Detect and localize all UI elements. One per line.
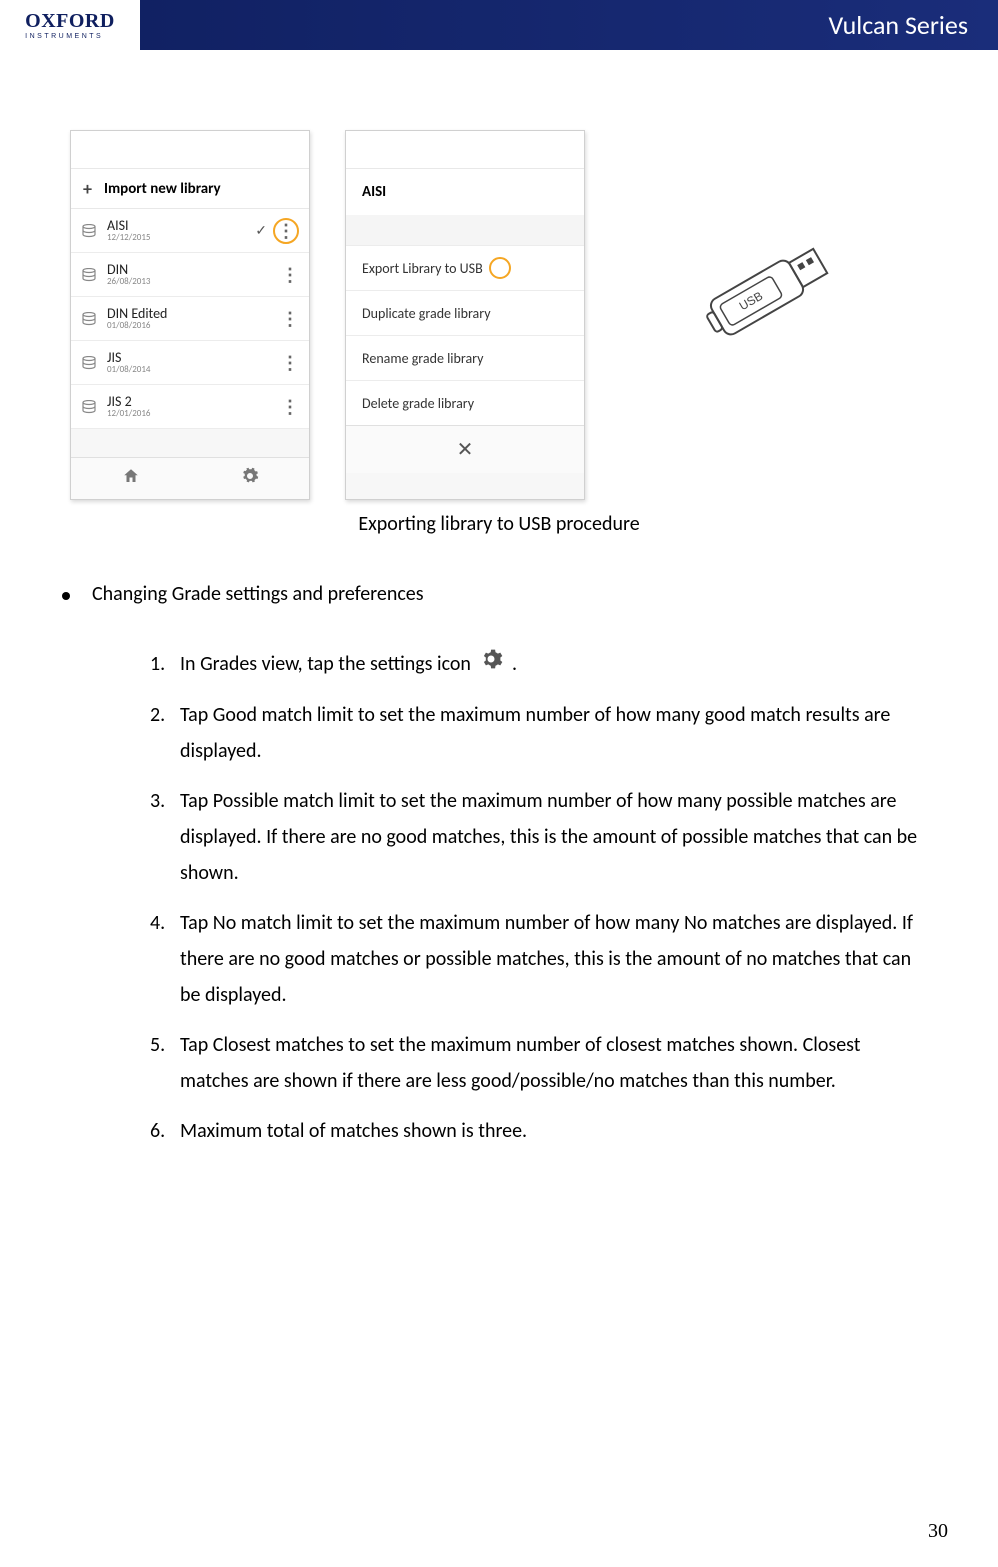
- header-bar: OXFORD INSTRUMENTS Vulcan Series: [0, 0, 998, 50]
- step-3: 3. Tap Possible match limit to set the m…: [150, 783, 918, 891]
- figure-row: + Import new library AISI 12/12/2015 ✓ ⋮: [70, 130, 938, 500]
- step-number: 3.: [150, 783, 180, 891]
- more-icon[interactable]: ⋮: [281, 308, 299, 330]
- figure-caption: Exporting library to USB procedure: [60, 512, 938, 536]
- menu-label: Export Library to USB: [362, 260, 483, 277]
- step-text: Tap No match limit to set the maximum nu…: [180, 905, 918, 1013]
- library-row-jis[interactable]: JIS 01/08/2014 ⋮: [71, 341, 309, 385]
- menu-label: Duplicate grade library: [362, 305, 491, 322]
- library-name: DIN: [107, 262, 281, 277]
- library-date: 01/08/2014: [107, 365, 281, 375]
- database-icon: [81, 312, 97, 326]
- database-icon: [81, 356, 97, 370]
- library-list-screen: + Import new library AISI 12/12/2015 ✓ ⋮: [70, 130, 310, 500]
- more-icon[interactable]: ⋮: [281, 352, 299, 374]
- library-row-din[interactable]: DIN 26/08/2013 ⋮: [71, 253, 309, 297]
- more-icon[interactable]: ⋮: [281, 264, 299, 286]
- library-name: DIN Edited: [107, 306, 281, 321]
- close-icon: ✕: [457, 437, 474, 462]
- more-icon[interactable]: ⋮: [277, 220, 295, 242]
- library-row-din-edited[interactable]: DIN Edited 01/08/2016 ⋮: [71, 297, 309, 341]
- library-date: 01/08/2016: [107, 321, 281, 331]
- plus-icon: +: [83, 178, 92, 200]
- library-name: JIS: [107, 350, 281, 365]
- menu-label: Delete grade library: [362, 395, 474, 412]
- menu-export-usb[interactable]: Export Library to USB: [346, 245, 584, 291]
- step-number: 2.: [150, 697, 180, 769]
- step-text: Maximum total of matches shown is three.: [180, 1113, 918, 1149]
- step-5: 5. Tap Closest matches to set the maximu…: [150, 1027, 918, 1099]
- logo-sub: INSTRUMENTS: [25, 33, 115, 40]
- logo-main: OXFORD: [25, 11, 115, 31]
- menu-label: Rename grade library: [362, 350, 483, 367]
- database-icon: [81, 400, 97, 414]
- step-number: 6.: [150, 1113, 180, 1149]
- steps-list: 1. In Grades view, tap the settings icon…: [60, 646, 938, 1149]
- library-name: JIS 2: [107, 394, 281, 409]
- menu-rename[interactable]: Rename grade library: [346, 335, 584, 381]
- database-icon: [81, 224, 97, 238]
- menu-header: AISI: [346, 169, 584, 215]
- step-text: Tap Closest matches to set the maximum n…: [180, 1027, 918, 1099]
- page-number: 30: [928, 1520, 948, 1543]
- step-number: 1.: [150, 646, 180, 683]
- bullet-text: Changing Grade settings and preferences: [92, 582, 424, 606]
- step-text: Tap Good match limit to set the maximum …: [180, 697, 918, 769]
- library-date: 26/08/2013: [107, 277, 281, 287]
- library-name: AISI: [107, 218, 255, 233]
- header-title: Vulcan Series: [828, 9, 998, 41]
- close-button[interactable]: ✕: [346, 425, 584, 473]
- library-menu-screen: AISI Export Library to USB Duplicate gra…: [345, 130, 585, 500]
- gear-icon[interactable]: [241, 467, 259, 490]
- menu-duplicate[interactable]: Duplicate grade library: [346, 290, 584, 336]
- highlight-circle: ⋮: [273, 218, 299, 244]
- menu-delete[interactable]: Delete grade library: [346, 380, 584, 426]
- more-icon[interactable]: ⋮: [281, 396, 299, 418]
- step-1: 1. In Grades view, tap the settings icon…: [150, 646, 918, 683]
- spacer: [346, 215, 584, 245]
- highlight-circle: [489, 257, 511, 279]
- usb-illustration: USB: [680, 220, 860, 365]
- bullet-icon: [62, 592, 70, 600]
- bottom-nav: [71, 457, 309, 499]
- step-text: Tap Possible match limit to set the maxi…: [180, 783, 918, 891]
- status-bar: [346, 131, 584, 169]
- library-row-jis2[interactable]: JIS 2 12/01/2016 ⋮: [71, 385, 309, 429]
- import-new-library-row[interactable]: + Import new library: [71, 169, 309, 209]
- step-2: 2. Tap Good match limit to set the maxim…: [150, 697, 918, 769]
- step-number: 5.: [150, 1027, 180, 1099]
- home-icon[interactable]: [122, 467, 140, 490]
- check-icon: ✓: [255, 222, 267, 239]
- gear-icon: [479, 647, 503, 683]
- library-row-aisi[interactable]: AISI 12/12/2015 ✓ ⋮: [71, 209, 309, 253]
- step-text: In Grades view, tap the settings icon .: [180, 646, 918, 683]
- step-6: 6. Maximum total of matches shown is thr…: [150, 1113, 918, 1149]
- library-date: 12/01/2016: [107, 409, 281, 419]
- step-number: 4.: [150, 905, 180, 1013]
- database-icon: [81, 268, 97, 282]
- import-label: Import new library: [104, 180, 221, 198]
- library-date: 12/12/2015: [107, 233, 255, 243]
- section-bullet: Changing Grade settings and preferences: [60, 582, 938, 606]
- step-4: 4. Tap No match limit to set the maximum…: [150, 905, 918, 1013]
- status-bar: [71, 131, 309, 169]
- logo: OXFORD INSTRUMENTS: [0, 0, 140, 50]
